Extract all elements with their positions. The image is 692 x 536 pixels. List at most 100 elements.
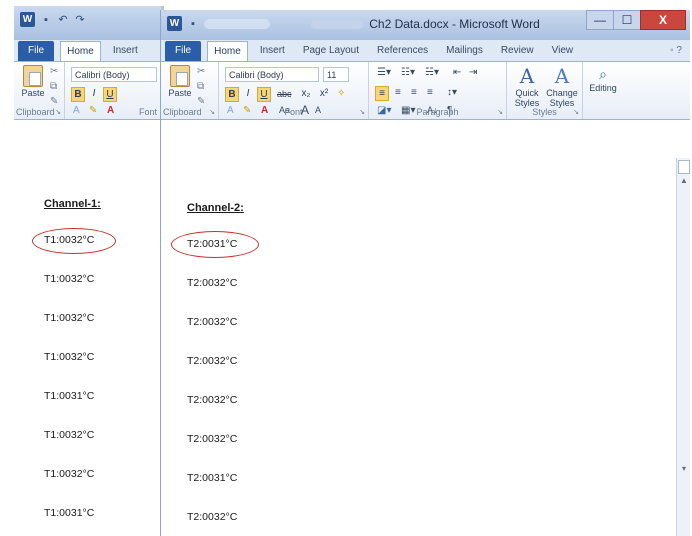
increase-indent-icon[interactable]: ⇥ bbox=[469, 67, 477, 78]
tab-review[interactable]: Review bbox=[495, 41, 540, 61]
styles-group: A Quick Styles A Change Styles Styles ↘ bbox=[507, 62, 583, 119]
font-group-label: Font bbox=[138, 107, 157, 117]
align-left-button[interactable]: ≡ bbox=[375, 86, 389, 101]
dialog-launcher-icon[interactable]: ↘ bbox=[209, 108, 215, 116]
dialog-launcher-icon[interactable]: ↘ bbox=[359, 108, 365, 116]
reading-line: T1:0031°C bbox=[44, 507, 95, 519]
editing-label: Editing bbox=[589, 83, 617, 93]
paste-label: Paste bbox=[168, 88, 192, 98]
save-icon[interactable]: ▪ bbox=[40, 14, 52, 26]
decrease-indent-icon[interactable]: ⇤ bbox=[453, 67, 461, 78]
clipboard-icon bbox=[170, 65, 190, 87]
screenshot-stage: W ▪ ↶ ↷ File Home Insert Paste ✂ ⧉ ✎ Cli… bbox=[0, 0, 692, 536]
format-painter-icon[interactable]: ✎ bbox=[197, 96, 205, 107]
font-name-box[interactable]: Calibri (Body) bbox=[225, 67, 319, 82]
title-bar: W ▪ ↶ ↷ bbox=[14, 6, 161, 40]
bold-button[interactable]: B bbox=[70, 87, 85, 102]
tab-page-layout[interactable]: Page Layout bbox=[297, 41, 365, 61]
document-page-2[interactable]: Channel-2: T2:0031°C T2:0032°C T2:0032°C… bbox=[161, 158, 690, 536]
tab-mailings[interactable]: Mailings bbox=[440, 41, 489, 61]
clipboard-small-buttons: ✂ ⧉ ✎ bbox=[50, 66, 58, 107]
superscript-button[interactable]: x² bbox=[317, 87, 331, 102]
channel-header: Channel-1: bbox=[44, 198, 101, 210]
cut-icon[interactable]: ✂ bbox=[50, 66, 58, 77]
tab-references[interactable]: References bbox=[371, 41, 434, 61]
vertical-scrollbar[interactable]: ▲ ▾ bbox=[676, 158, 690, 536]
align-right-icon[interactable]: ≡ bbox=[411, 87, 417, 98]
tab-file[interactable]: File bbox=[18, 41, 55, 61]
tab-insert[interactable]: Insert bbox=[254, 41, 291, 61]
underline-button[interactable]: U bbox=[257, 87, 271, 102]
minimize-button[interactable]: — bbox=[586, 10, 614, 30]
reading-line: T1:0032°C bbox=[44, 234, 95, 246]
clipboard-icon bbox=[23, 65, 43, 87]
tab-home[interactable]: Home bbox=[207, 41, 248, 61]
cut-icon[interactable]: ✂ bbox=[197, 66, 205, 77]
subscript-button[interactable]: x₂ bbox=[299, 87, 313, 102]
underline-button[interactable]: U bbox=[102, 87, 117, 102]
paste-label: Paste bbox=[21, 88, 45, 98]
tab-insert[interactable]: Insert bbox=[107, 41, 144, 61]
document-title: Ch2 Data.docx - Microsoft Word bbox=[369, 17, 540, 31]
paste-button[interactable]: Paste bbox=[167, 65, 193, 98]
tab-home[interactable]: Home bbox=[60, 41, 101, 61]
reading-line: T2:0031°C bbox=[187, 238, 238, 250]
font-name-box[interactable]: Calibri (Body) bbox=[70, 67, 157, 82]
font-group: Calibri (Body) B I U A ✎ A Font bbox=[65, 62, 161, 119]
bold-button[interactable]: B bbox=[225, 87, 239, 102]
clipboard-small-buttons: ✂ ⧉ ✎ bbox=[197, 66, 205, 107]
strikethrough-button[interactable]: abc bbox=[277, 87, 292, 102]
paragraph-group: ☰▾ ☷▾ ☵▾ ⇤ ⇥ ≡ ≡ ≡ ≡ ↕▾ ◪▾ ▦▾ A↓ ¶ Parag… bbox=[369, 62, 507, 119]
reading-line: T2:0032°C bbox=[187, 316, 238, 328]
reading-line: T2:0032°C bbox=[187, 394, 238, 406]
reading-line: T2:0032°C bbox=[187, 277, 238, 289]
bullets-icon[interactable]: ☰▾ bbox=[377, 67, 391, 78]
paste-button[interactable]: Paste bbox=[20, 65, 46, 98]
word-app-icon[interactable]: W bbox=[20, 12, 35, 27]
tab-file[interactable]: File bbox=[165, 41, 202, 61]
justify-icon[interactable]: ≡ bbox=[427, 87, 433, 98]
scroll-down-arrow-icon[interactable]: ▾ bbox=[677, 462, 690, 476]
change-styles-icon: A bbox=[554, 64, 570, 88]
dialog-launcher-icon[interactable]: ↘ bbox=[497, 108, 503, 116]
undo-icon[interactable]: ↶ bbox=[57, 13, 69, 26]
italic-button[interactable]: I bbox=[87, 87, 101, 102]
tab-view[interactable]: View bbox=[546, 41, 580, 61]
font-size-box[interactable]: 11 bbox=[323, 67, 349, 82]
italic-button[interactable]: I bbox=[241, 87, 255, 102]
document-page-1[interactable]: Channel-1: T1:0032°C T1:0032°C T1:0032°C… bbox=[14, 158, 161, 536]
title-bar: W ▪ Ch2 Data.docx - Microsoft Word — ☐ X bbox=[161, 10, 690, 40]
clear-formatting-icon[interactable]: ✧ bbox=[337, 88, 345, 99]
redo-icon[interactable]: ↷ bbox=[74, 13, 86, 26]
numbering-icon[interactable]: ☷▾ bbox=[401, 67, 415, 78]
clipboard-group: Paste ✂ ⧉ ✎ Clipboard ↘ bbox=[161, 62, 219, 119]
scroll-up-arrow-icon[interactable]: ▲ bbox=[677, 174, 690, 188]
copy-icon[interactable]: ⧉ bbox=[50, 81, 58, 92]
reading-line: T2:0032°C bbox=[187, 433, 238, 445]
dialog-launcher-icon[interactable]: ↘ bbox=[573, 108, 579, 116]
font-group: Calibri (Body) 11 B I U abc x₂ x² ✧ A ✎ … bbox=[219, 62, 369, 119]
quick-styles-button[interactable]: A Quick Styles bbox=[511, 64, 543, 108]
change-styles-label: Change Styles bbox=[546, 88, 578, 108]
maximize-button[interactable]: ☐ bbox=[613, 10, 641, 30]
clipboard-group: Paste ✂ ⧉ ✎ Clipboard ↘ bbox=[14, 62, 65, 119]
dialog-launcher-icon[interactable]: ↘ bbox=[55, 108, 61, 116]
change-styles-button[interactable]: A Change Styles bbox=[545, 64, 579, 108]
align-center-icon[interactable]: ≡ bbox=[395, 87, 401, 98]
reading-line: T2:0032°C bbox=[187, 355, 238, 367]
quick-styles-icon: A bbox=[519, 64, 535, 88]
multilevel-list-icon[interactable]: ☵▾ bbox=[425, 67, 439, 78]
editing-button[interactable]: ⌕ Editing bbox=[587, 66, 619, 93]
reading-line: T1:0031°C bbox=[44, 390, 95, 402]
help-icon[interactable]: ◦ ? bbox=[670, 45, 682, 56]
view-ruler-button[interactable] bbox=[677, 160, 690, 174]
close-button[interactable]: X bbox=[640, 10, 686, 30]
channel-header: Channel-2: bbox=[187, 202, 244, 214]
format-painter-icon[interactable]: ✎ bbox=[50, 96, 58, 107]
copy-icon[interactable]: ⧉ bbox=[197, 81, 205, 92]
line-spacing-icon[interactable]: ↕▾ bbox=[447, 87, 457, 98]
reading-line: T1:0032°C bbox=[44, 429, 95, 441]
ribbon-tabs: File Home Insert bbox=[14, 40, 161, 62]
quick-styles-label: Quick Styles bbox=[514, 88, 540, 108]
reading-line: T2:0031°C bbox=[187, 472, 238, 484]
